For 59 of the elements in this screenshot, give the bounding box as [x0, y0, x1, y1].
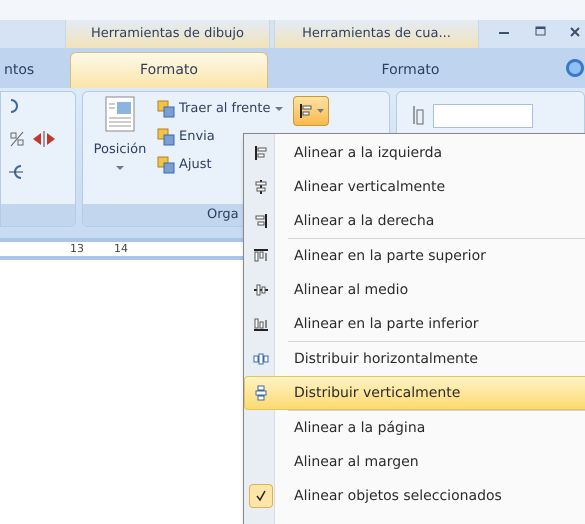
help-icon[interactable]: [565, 58, 585, 78]
align-top-icon: [252, 248, 268, 264]
align-bottom-icon: [252, 316, 268, 332]
align-center-icon: [252, 179, 268, 195]
menu-item[interactable]: Distribuir verticalmente: [244, 376, 585, 410]
ruler-number: 14: [114, 240, 128, 257]
menu-item[interactable]: Alinear objetos seleccionados: [244, 479, 585, 513]
checkmark-icon: [254, 490, 266, 502]
menu-item-label: Alinear a la página: [294, 418, 426, 438]
ribbon-tab[interactable]: Formato: [268, 52, 553, 88]
contextual-tab-header: Herramientas de cua...: [274, 20, 479, 48]
ribbon-command[interactable]: Envia: [179, 127, 215, 147]
menu-item[interactable]: Alinear a la página: [244, 411, 585, 445]
align-middle-icon: [252, 282, 268, 298]
menu-item-label: Alinear objetos seleccionados: [294, 486, 502, 506]
menu-item-label: Alinear a la derecha: [294, 212, 434, 230]
menu-item[interactable]: Alinear a la derecha: [244, 204, 585, 238]
menu-item-label: Alinear a la izquierda: [294, 144, 442, 162]
menu-item[interactable]: Alinear en la parte inferior: [244, 307, 585, 341]
align-left-icon: [252, 145, 268, 161]
distribute-horizontal-icon: [252, 351, 268, 367]
menu-item-label: Alinear en la parte superior: [294, 246, 486, 266]
ruler-number: 13: [70, 240, 84, 257]
stacked-shapes-icon[interactable]: [157, 156, 175, 174]
menu-item[interactable]: Alinear a la izquierda: [244, 136, 585, 170]
rotate-icon[interactable]: [9, 162, 23, 182]
height-field[interactable]: [433, 104, 533, 128]
stacked-shapes-icon[interactable]: [157, 100, 175, 118]
menu-item-label: Alinear al margen: [294, 452, 419, 472]
align-right-icon: [252, 213, 268, 229]
height-icon: [411, 104, 425, 126]
position-button[interactable]: Posición: [83, 96, 157, 204]
close-icon[interactable]: [570, 27, 580, 37]
menu-item-label: Alinear verticalmente: [294, 178, 446, 196]
menu-item[interactable]: Alinear verticalmente: [244, 170, 585, 204]
menu-item[interactable]: Alinear al medio: [244, 273, 585, 307]
ribbon-command[interactable]: Traer al frente: [179, 99, 270, 119]
menu-item-label: Alinear en la parte inferior: [294, 314, 479, 334]
contextual-tab-header: Herramientas de dibujo: [65, 20, 270, 48]
stacked-shapes-icon[interactable]: [157, 128, 175, 146]
ribbon-tab[interactable]: ntos: [0, 52, 70, 88]
ribbon-command[interactable]: Ajust: [179, 155, 212, 175]
minimize-icon[interactable]: [499, 32, 509, 35]
caret-icon: [116, 166, 124, 170]
menu-item[interactable]: Distribuir horizontalmente: [244, 342, 585, 376]
picture-position-icon: [105, 96, 135, 132]
menu-item-label: Distribuir verticalmente: [294, 384, 460, 402]
menu-item[interactable]: Alinear en la parte superior: [244, 239, 585, 273]
group-label: Orga: [207, 206, 239, 224]
distribute-vertical-icon: [252, 385, 268, 401]
align-button[interactable]: [292, 96, 328, 126]
align-left-icon: [298, 103, 314, 119]
caret-icon[interactable]: [274, 107, 282, 111]
caret-icon: [316, 109, 324, 113]
menu-item-label: Alinear al medio: [294, 280, 408, 300]
menu-item-label: Distribuir horizontalmente: [294, 350, 478, 368]
ribbon-tab[interactable]: Formato: [70, 52, 268, 88]
restore-icon[interactable]: [535, 26, 546, 36]
menu-item[interactable]: Alinear al margen: [244, 445, 585, 479]
